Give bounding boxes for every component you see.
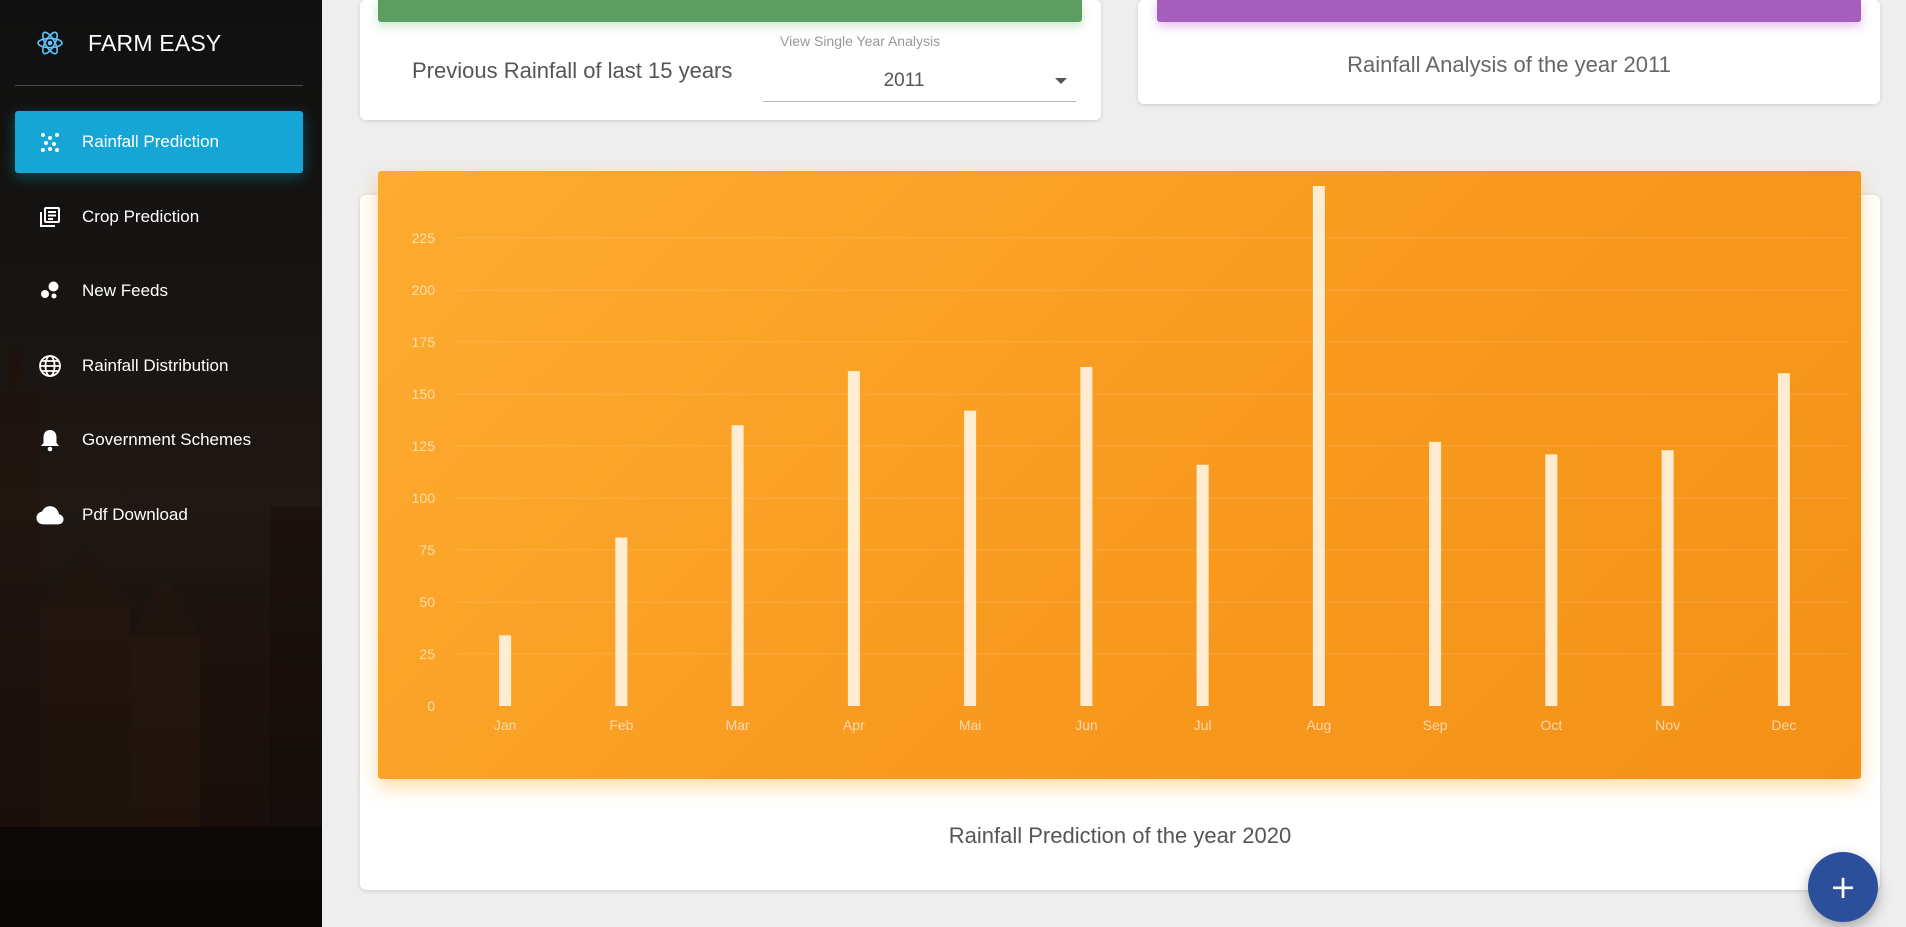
- brand-divider: [15, 85, 303, 86]
- bar-jan: [499, 635, 512, 706]
- sidebar-item-label: Pdf Download: [82, 504, 188, 524]
- previous-rainfall-label: Previous Rainfall of last 15 years: [412, 58, 733, 83]
- x-tick-label: Sep: [1423, 717, 1448, 733]
- y-tick-label: 200: [412, 282, 436, 298]
- cloud-icon: [36, 501, 64, 529]
- bar-mai: [964, 410, 977, 706]
- sidebar-item-pdf-download[interactable]: Pdf Download: [15, 484, 303, 546]
- x-tick-label: Apr: [843, 717, 865, 733]
- bell-icon: [36, 426, 64, 454]
- bar-apr: [847, 371, 860, 706]
- sidebar-nav: Rainfall Prediction Crop Prediction New …: [15, 111, 303, 558]
- bar-nov: [1661, 450, 1674, 706]
- x-tick-label: Mai: [959, 717, 982, 733]
- rainfall-analysis-card-header: [1157, 0, 1861, 22]
- sidebar-item-government-schemes[interactable]: Government Schemes: [15, 409, 303, 471]
- bar-sep: [1429, 441, 1442, 706]
- x-tick-label: Nov: [1655, 717, 1680, 733]
- x-tick-label: Mar: [726, 717, 750, 733]
- year-select-value: 2011: [883, 70, 925, 91]
- brand[interactable]: FARM EASY: [0, 0, 322, 86]
- sidebar-item-crop-prediction[interactable]: Crop Prediction: [15, 186, 303, 248]
- bar-dec: [1777, 373, 1790, 706]
- y-tick-label: 100: [412, 490, 436, 506]
- sidebar-item-rainfall-distribution[interactable]: Rainfall Distribution: [15, 335, 303, 397]
- y-tick-label: 75: [419, 542, 435, 558]
- year-select-caption: View Single Year Analysis: [780, 33, 941, 49]
- y-tick-label: 50: [419, 594, 435, 610]
- sidebar: FARM EASY Rainfall Prediction Crop Predi…: [0, 0, 322, 927]
- y-tick-label: 125: [412, 438, 436, 454]
- bar-mar: [731, 425, 744, 706]
- x-tick-label: Oct: [1540, 717, 1562, 733]
- sidebar-item-label: New Feeds: [82, 281, 168, 300]
- bar-jul: [1196, 464, 1209, 706]
- atom-logo-icon: [37, 31, 63, 55]
- sidebar-item-label: Crop Prediction: [82, 206, 200, 226]
- previous-rainfall-card-header: [378, 0, 1082, 22]
- y-tick-label: 225: [412, 230, 436, 246]
- globe-icon: [36, 352, 64, 380]
- x-tick-label: Feb: [609, 717, 633, 733]
- x-tick-label: Jul: [1194, 717, 1212, 733]
- rainfall-prediction-chart: 0 25 50 75 100 125 150 175 200 225 Jan Feb Mar Apr Mai…: [378, 171, 1861, 779]
- rainfall-analysis-caption: Rainfall Analysis of the year 2011: [1347, 52, 1671, 77]
- bar-oct: [1545, 454, 1558, 706]
- x-tick-label: Dec: [1771, 717, 1796, 733]
- bar-chart: 0 25 50 75 100 125 150 175 200 225 Jan Feb Mar Apr Mai…: [412, 186, 1848, 733]
- year-select[interactable]: 2011: [763, 64, 1076, 102]
- app-title: FARM EASY: [88, 29, 222, 56]
- bubble-chart-icon: [36, 277, 64, 305]
- x-tick-label: Aug: [1306, 717, 1331, 733]
- sidebar-item-label: Rainfall Prediction: [82, 132, 220, 151]
- bar-aug: [1312, 186, 1325, 706]
- plus-icon: +: [1829, 868, 1857, 906]
- x-tick-label: Jan: [494, 717, 517, 733]
- rainfall-prediction-caption: Rainfall Prediction of the year 2020: [948, 823, 1292, 848]
- library-books-icon: [36, 203, 64, 231]
- chevron-down-icon: [1055, 78, 1067, 84]
- y-tick-label: 175: [412, 334, 436, 350]
- sidebar-item-rainfall-prediction[interactable]: Rainfall Prediction: [15, 111, 303, 173]
- sidebar-item-new-feeds[interactable]: New Feeds: [15, 260, 303, 322]
- sidebar-item-label: Rainfall Distribution: [82, 355, 229, 375]
- scatter-dots-icon: [36, 128, 64, 156]
- bar-jun: [1080, 366, 1093, 706]
- y-tick-label: 150: [412, 386, 436, 402]
- sidebar-item-label: Government Schemes: [82, 430, 252, 449]
- y-tick-label: 25: [419, 646, 435, 662]
- x-tick-label: Jun: [1075, 717, 1098, 733]
- y-tick-label: 0: [427, 698, 435, 714]
- add-button[interactable]: +: [1808, 852, 1878, 922]
- bar-feb: [615, 537, 628, 706]
